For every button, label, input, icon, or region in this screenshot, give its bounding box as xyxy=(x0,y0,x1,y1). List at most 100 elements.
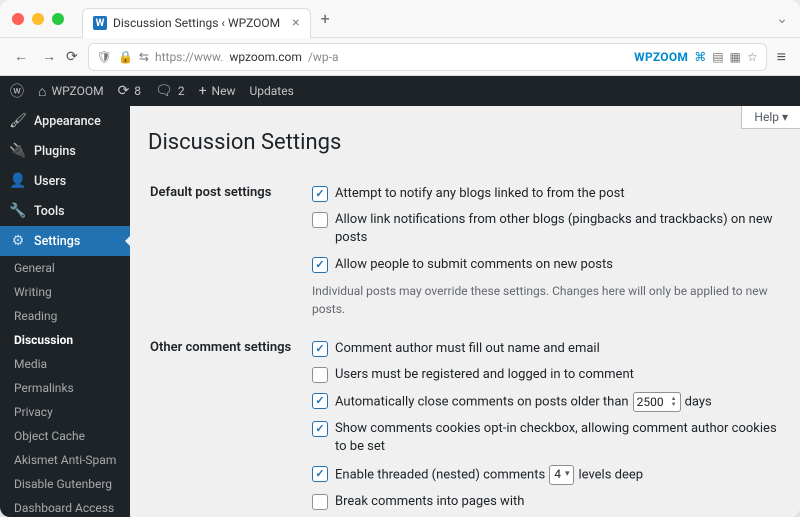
settings-panel: Help ▾ Discussion Settings Default post … xyxy=(130,106,800,517)
section-header-other: Other comment settings xyxy=(150,330,310,517)
select-value: 4 xyxy=(554,466,561,483)
reader-icon[interactable]: ▤ xyxy=(712,50,723,64)
help-label: Help xyxy=(754,110,779,124)
wrench-icon: 🔧 xyxy=(10,203,26,219)
spinner-icon[interactable]: ▲▼ xyxy=(671,396,677,408)
submenu-media[interactable]: Media xyxy=(0,352,130,376)
sidebar-item-users[interactable]: 👤 Users xyxy=(0,166,130,196)
option-label: Comment author must fill out name and em… xyxy=(335,340,600,358)
favicon-icon: W xyxy=(93,16,107,30)
checkbox-cookies-optin[interactable] xyxy=(312,421,328,437)
checkbox-threaded[interactable] xyxy=(312,466,328,482)
brand-badge: WPZOOM xyxy=(634,50,688,64)
submenu-dashboard-access[interactable]: Dashboard Access xyxy=(0,496,130,517)
submenu-general[interactable]: General xyxy=(0,256,130,280)
minimize-window-button[interactable] xyxy=(32,13,44,25)
checkbox-auto-close[interactable] xyxy=(312,393,328,409)
forward-button[interactable]: → xyxy=(42,48,56,65)
sidebar-label: Appearance xyxy=(34,114,101,129)
menu-icon[interactable]: ≡ xyxy=(777,47,786,67)
fingerprint-icon[interactable]: ⌘ xyxy=(694,50,706,64)
tabs-overflow-icon[interactable]: ⌄ xyxy=(776,11,788,27)
refresh-icon: ⟳ xyxy=(118,83,130,99)
browser-tab[interactable]: W Discussion Settings ‹ WPZOOM × xyxy=(82,8,311,38)
comments-indicator[interactable]: 🗨2 xyxy=(155,83,185,99)
home-icon: ⌂ xyxy=(38,83,46,100)
page-title: Discussion Settings xyxy=(148,130,782,155)
maximize-window-button[interactable] xyxy=(52,13,64,25)
option-label: Users must be registered and logged in t… xyxy=(335,366,634,384)
lock-icon: 🔒 xyxy=(118,50,133,64)
sidebar-label: Users xyxy=(34,174,66,189)
close-window-button[interactable] xyxy=(12,13,24,25)
back-button[interactable]: ← xyxy=(14,48,28,65)
sidebar-item-tools[interactable]: 🔧 Tools xyxy=(0,196,130,226)
sidebar-label: Settings xyxy=(34,234,80,249)
updates-indicator[interactable]: ⟳8 xyxy=(118,83,141,99)
new-content-button[interactable]: +New xyxy=(199,83,236,99)
comment-icon: 🗨 xyxy=(155,83,173,99)
submenu-discussion[interactable]: Discussion xyxy=(0,328,130,352)
shield-icon: 🛡 xyxy=(97,50,112,64)
addon-icon[interactable]: ▦ xyxy=(730,50,741,64)
new-label: New xyxy=(212,84,236,98)
checkbox-author-name-email[interactable] xyxy=(312,341,328,357)
plug-icon: 🔌 xyxy=(10,143,26,159)
option-label: Allow link notifications from other blog… xyxy=(335,211,780,247)
browser-window: W Discussion Settings ‹ WPZOOM × + ⌄ ← →… xyxy=(0,0,800,517)
nav-arrows: ← → xyxy=(14,48,56,65)
tab-title: Discussion Settings ‹ WPZOOM xyxy=(113,16,280,30)
url-prefix: https://www. xyxy=(155,50,223,64)
sliders-icon: ⚙ xyxy=(10,233,26,249)
user-icon: 👤 xyxy=(10,173,26,189)
brush-icon: 🖌 xyxy=(10,113,26,129)
checkbox-paginate[interactable] xyxy=(312,494,328,510)
settings-form: Default post settings Attempt to notify … xyxy=(148,173,782,517)
new-tab-button[interactable]: + xyxy=(321,9,330,28)
checkbox-registered-users[interactable] xyxy=(312,367,328,383)
submenu-akismet[interactable]: Akismet Anti-Spam xyxy=(0,448,130,472)
option-label: Show comments cookies opt-in checkbox, a… xyxy=(335,420,780,456)
submenu-privacy[interactable]: Privacy xyxy=(0,400,130,424)
site-link[interactable]: ⌂ WPZOOM xyxy=(38,83,104,100)
help-tab[interactable]: Help ▾ xyxy=(741,106,800,129)
address-bar[interactable]: 🛡 🔒 ⇆ https://www.wpzoom.com/wp-a WPZOOM… xyxy=(88,43,767,71)
sidebar-item-settings[interactable]: ⚙ Settings xyxy=(0,226,130,256)
comments-count: 2 xyxy=(178,84,185,98)
option-label: Break comments into pages with xyxy=(335,493,524,511)
browser-toolbar: ← → ⟳ 🛡 🔒 ⇆ https://www.wpzoom.com/wp-a … xyxy=(0,38,800,76)
reload-button[interactable]: ⟳ xyxy=(66,49,78,65)
bookmark-icon[interactable]: ☆ xyxy=(747,50,758,64)
admin-sidebar: 🖌 Appearance 🔌Plugins 👤 Users 🔧 Tools ⚙ Sett… xyxy=(0,106,130,517)
option-label-suffix: levels deep xyxy=(578,467,643,482)
window-controls xyxy=(12,13,64,25)
submenu-writing[interactable]: Writing xyxy=(0,280,130,304)
checkbox-allow-comments[interactable] xyxy=(312,257,328,273)
submenu-reading[interactable]: Reading xyxy=(0,304,130,328)
wp-logo-icon[interactable]: ⓦ xyxy=(10,81,24,101)
close-days-input[interactable]: 2500 ▲▼ xyxy=(633,392,681,412)
option-label: Attempt to notify any blogs linked to fr… xyxy=(335,185,625,203)
section-note: Individual posts may override these sett… xyxy=(312,282,780,318)
sidebar-item-appearance[interactable]: 🖌 Appearance xyxy=(0,106,130,136)
option-label-suffix: days xyxy=(685,395,712,410)
option-label: Enable threaded (nested) comments xyxy=(335,467,545,482)
checkbox-notify-linked[interactable] xyxy=(312,186,328,202)
submenu-object-cache[interactable]: Object Cache xyxy=(0,424,130,448)
submenu-disable-gutenberg[interactable]: Disable Gutenberg xyxy=(0,472,130,496)
page-content: ⓦ ⌂WPZOOM ⟳8 🗨2 +New Updates 🖌Appearance… xyxy=(0,76,800,517)
sidebar-label: Tools xyxy=(34,204,65,219)
sidebar-item-plugins[interactable]: 🔌Plugins xyxy=(0,136,130,166)
checkbox-allow-pingbacks[interactable] xyxy=(312,212,328,228)
thread-depth-select[interactable]: 4▾ xyxy=(549,465,574,485)
updates-link[interactable]: Updates xyxy=(249,84,293,98)
input-value: 2500 xyxy=(637,394,664,411)
option-label: Allow people to submit comments on new p… xyxy=(335,256,613,274)
wp-main-area: 🖌 Appearance 🔌Plugins 👤 Users 🔧 Tools ⚙ Sett… xyxy=(0,106,800,517)
site-name: WPZOOM xyxy=(51,84,103,98)
chevron-down-icon: ▾ xyxy=(565,468,570,481)
permissions-icon: ⇆ xyxy=(139,50,149,64)
option-label: Automatically close comments on posts ol… xyxy=(335,395,629,410)
close-tab-icon[interactable]: × xyxy=(292,15,299,31)
submenu-permalinks[interactable]: Permalinks xyxy=(0,376,130,400)
